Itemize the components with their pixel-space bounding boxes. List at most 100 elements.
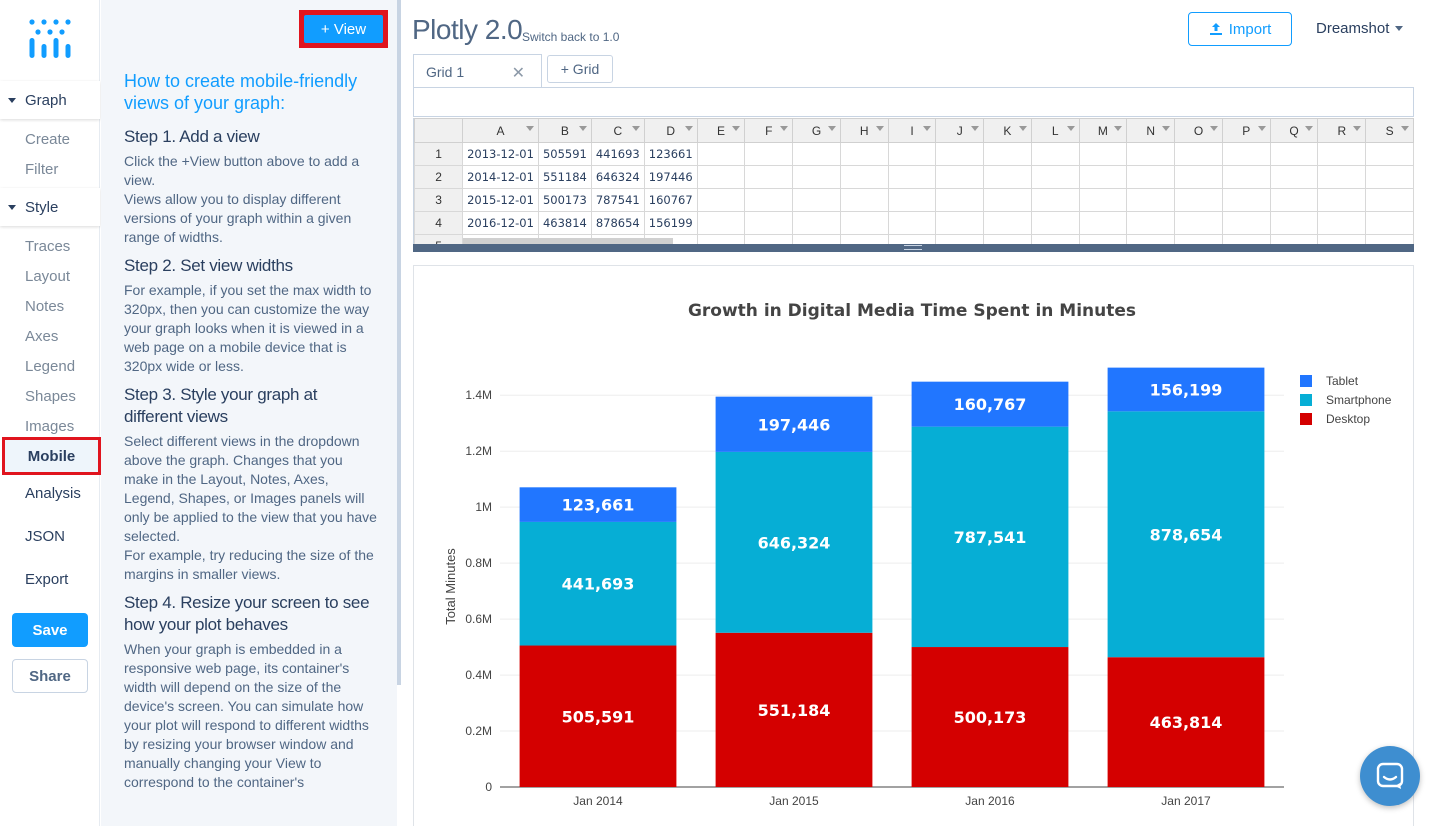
table-cell[interactable] [696, 211, 746, 235]
nav-item-export[interactable]: Export [25, 571, 68, 588]
table-cell[interactable] [696, 234, 746, 244]
table-cell[interactable] [1365, 142, 1414, 166]
column-header-m[interactable]: M [1078, 118, 1128, 143]
table-cell[interactable] [1030, 234, 1080, 244]
table-cell[interactable]: 505591 [537, 142, 592, 166]
column-header-b[interactable]: B [537, 118, 592, 143]
table-cell[interactable] [887, 165, 937, 189]
table-cell[interactable] [983, 165, 1032, 189]
table-cell[interactable] [1126, 188, 1176, 212]
switch-version-link[interactable]: Switch back to 1.0 [522, 30, 619, 44]
table-cell[interactable] [1126, 211, 1176, 235]
table-cell[interactable] [744, 165, 794, 189]
chat-button[interactable] [1360, 746, 1420, 806]
table-cell[interactable]: 551184 [537, 165, 592, 189]
nav-item-notes[interactable]: Notes [25, 298, 64, 315]
table-cell[interactable] [696, 188, 746, 212]
chevron-down-icon[interactable] [780, 126, 789, 131]
table-cell[interactable] [1174, 188, 1223, 212]
table-cell[interactable] [1174, 142, 1223, 166]
table-cell[interactable] [1365, 188, 1414, 212]
table-cell[interactable] [1030, 142, 1080, 166]
table-cell[interactable] [887, 142, 937, 166]
table-cell[interactable] [744, 211, 794, 235]
table-cell[interactable] [1317, 234, 1367, 244]
nav-item-filter[interactable]: Filter [25, 161, 58, 178]
save-button[interactable]: Save [12, 613, 88, 647]
table-cell[interactable]: 2013-12-01 [462, 142, 539, 166]
chevron-down-icon[interactable] [631, 126, 640, 131]
table-cell[interactable]: 123661 [643, 142, 698, 166]
chevron-down-icon[interactable] [1066, 126, 1075, 131]
table-cell[interactable]: 197446 [643, 165, 698, 189]
chevron-down-icon[interactable] [525, 126, 534, 131]
column-header-f[interactable]: F [744, 118, 794, 143]
nav-item-traces[interactable]: Traces [25, 238, 70, 255]
table-cell[interactable] [935, 142, 985, 166]
table-cell[interactable] [983, 142, 1032, 166]
nav-item-legend[interactable]: Legend [25, 358, 75, 375]
table-cell[interactable] [1126, 165, 1176, 189]
table-cell[interactable] [744, 188, 794, 212]
table-cell[interactable] [935, 234, 985, 244]
table-cell[interactable]: 160767 [643, 188, 698, 212]
table-cell[interactable] [983, 188, 1032, 212]
table-cell[interactable] [1126, 142, 1176, 166]
chevron-down-icon[interactable] [1401, 126, 1409, 131]
sheet-corner[interactable] [414, 118, 464, 143]
table-cell[interactable] [839, 142, 889, 166]
table-cell[interactable] [792, 188, 841, 212]
table-cell[interactable] [1221, 211, 1271, 235]
chevron-down-icon[interactable] [732, 126, 741, 131]
table-cell[interactable] [935, 188, 985, 212]
chevron-down-icon[interactable] [1353, 126, 1362, 131]
nav-section-style[interactable]: Style [0, 188, 100, 226]
table-cell[interactable] [792, 234, 841, 244]
nav-item-create[interactable]: Create [25, 131, 70, 148]
table-cell[interactable] [1269, 234, 1319, 244]
column-header-e[interactable]: E [696, 118, 746, 143]
table-cell[interactable] [935, 211, 985, 235]
nav-item-layout[interactable]: Layout [25, 268, 70, 285]
table-cell[interactable] [1365, 234, 1414, 244]
table-cell[interactable]: 787541 [590, 188, 645, 212]
add-grid-button[interactable]: + Grid [547, 55, 613, 83]
table-cell[interactable] [839, 188, 889, 212]
column-header-d[interactable]: D [643, 118, 698, 143]
table-cell[interactable] [1269, 211, 1319, 235]
spreadsheet-table[interactable]: A B C D E F G H I J K L M N O P Q R S 1 2013-12-01 505591 441… [414, 118, 1414, 244]
table-cell[interactable] [1221, 188, 1271, 212]
table-cell[interactable]: 2014-12-01 [462, 165, 539, 189]
table-cell[interactable]: 2016-12-01 [462, 211, 539, 235]
column-header-q[interactable]: Q [1269, 118, 1319, 143]
table-cell[interactable]: 2015-12-01 [462, 188, 539, 212]
table-cell[interactable] [1174, 234, 1223, 244]
nav-item-axes[interactable]: Axes [25, 328, 58, 345]
nav-section-graph[interactable]: Graph [0, 81, 100, 119]
table-cell[interactable] [744, 142, 794, 166]
chevron-down-icon[interactable] [971, 126, 980, 131]
table-cell[interactable] [1221, 165, 1271, 189]
table-cell[interactable] [1269, 165, 1319, 189]
table-cell[interactable] [696, 142, 746, 166]
table-cell[interactable]: 463814 [537, 211, 592, 235]
column-header-k[interactable]: K [983, 118, 1032, 143]
nav-item-analysis[interactable]: Analysis [25, 485, 81, 502]
column-header-p[interactable]: P [1221, 118, 1271, 143]
table-cell[interactable] [696, 165, 746, 189]
table-cell[interactable] [1365, 165, 1414, 189]
column-header-j[interactable]: J [935, 118, 985, 143]
legend-entry[interactable]: Desktop [1326, 412, 1370, 426]
table-cell[interactable] [839, 211, 889, 235]
import-button[interactable]: Import [1188, 12, 1292, 46]
table-cell[interactable] [1030, 211, 1080, 235]
table-cell[interactable] [1078, 165, 1128, 189]
chevron-down-icon[interactable] [1162, 126, 1171, 131]
row-number[interactable]: 4 [414, 211, 464, 235]
column-header-g[interactable]: G [792, 118, 841, 143]
row-number[interactable]: 1 [414, 142, 464, 166]
chevron-down-icon[interactable] [923, 126, 932, 131]
table-cell[interactable] [1269, 142, 1319, 166]
legend-entry[interactable]: Tablet [1326, 374, 1359, 388]
table-cell[interactable] [1174, 165, 1223, 189]
